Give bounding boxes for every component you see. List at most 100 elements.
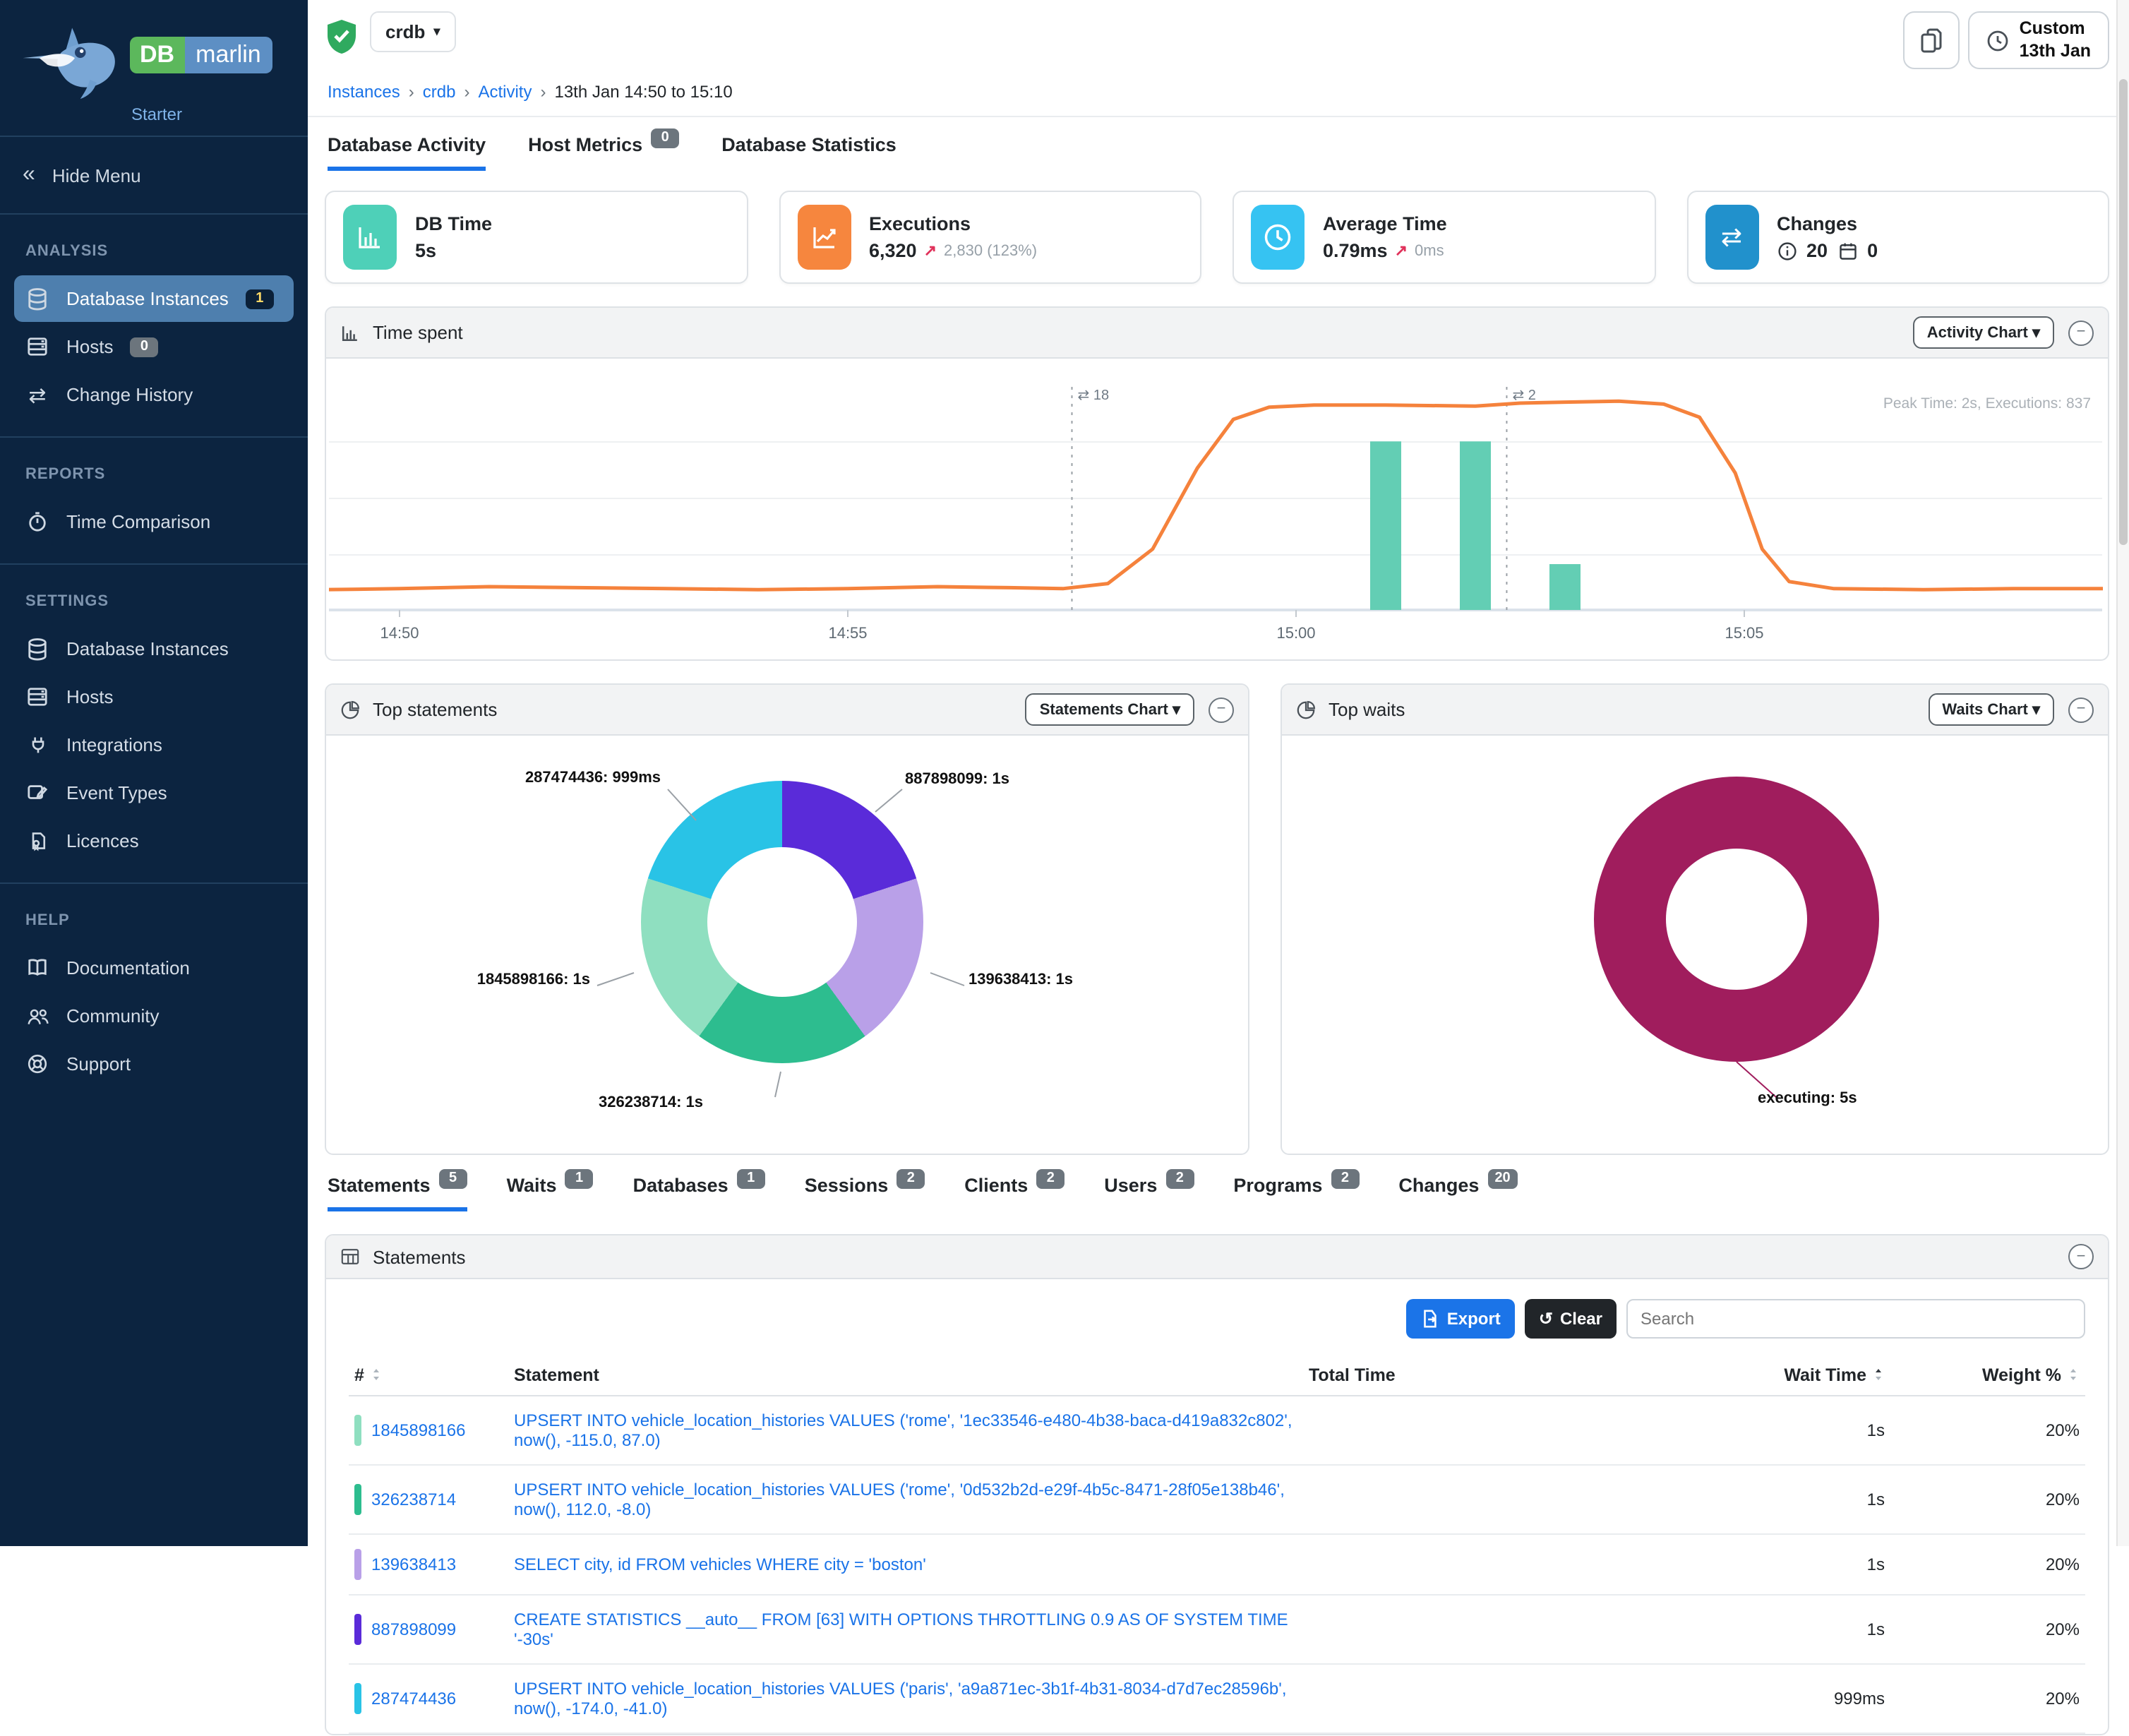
vertical-scrollbar[interactable] bbox=[2116, 0, 2129, 1546]
statement-text-link[interactable]: UPSERT INTO vehicle_location_histories V… bbox=[514, 1480, 1285, 1520]
donut-label: 1845898166: 1s bbox=[477, 972, 590, 989]
tab-label: Clients bbox=[964, 1175, 1028, 1197]
table-row[interactable]: 287474436 UPSERT INTO vehicle_location_h… bbox=[349, 1665, 2085, 1734]
plan-label: Starter bbox=[131, 104, 294, 124]
time-range-line1: Custom bbox=[2020, 18, 2085, 38]
breadcrumb-crdb[interactable]: crdb bbox=[423, 83, 456, 102]
export-button[interactable]: Export bbox=[1406, 1300, 1515, 1339]
scrollbar-thumb[interactable] bbox=[2119, 79, 2128, 545]
hide-menu-button[interactable]: « Hide Menu bbox=[0, 137, 308, 213]
statement-text-link[interactable]: UPSERT INTO vehicle_location_histories V… bbox=[514, 1411, 1293, 1451]
sidebar-item-label: Hosts bbox=[66, 336, 113, 357]
collapse-panel-icon[interactable]: − bbox=[2068, 321, 2094, 346]
statement-text-link[interactable]: SELECT city, id FROM vehicles WHERE city… bbox=[514, 1555, 926, 1575]
tab-programs[interactable]: Programs2 bbox=[1233, 1175, 1359, 1212]
time-range-button[interactable]: Custom 13th Jan bbox=[1969, 11, 2109, 70]
instance-selector[interactable]: crdb ▾ bbox=[370, 11, 455, 52]
statements-chart-dropdown[interactable]: Statements Chart ▾ bbox=[1026, 694, 1194, 726]
main-tabs: Database Activity Host Metrics0 Database… bbox=[308, 118, 2129, 172]
table-row[interactable]: 326238714 UPSERT INTO vehicle_location_h… bbox=[349, 1466, 2085, 1535]
panel-title: Top statements bbox=[373, 700, 497, 721]
wait-time-value: 1s bbox=[1611, 1466, 1890, 1535]
sidebar-item-database-instances[interactable]: Database Instances 1 bbox=[14, 275, 294, 322]
table-row[interactable]: 1845898166 UPSERT INTO vehicle_location_… bbox=[349, 1396, 2085, 1466]
tab-database-activity[interactable]: Database Activity bbox=[328, 135, 486, 172]
time-chart-area: Peak Time: 2s, Executions: 837 14:5014:5… bbox=[326, 359, 2108, 660]
statement-id-link[interactable]: 887898099 bbox=[371, 1620, 456, 1640]
sidebar-item-time-comparison[interactable]: Time Comparison bbox=[14, 498, 294, 545]
statement-text-link[interactable]: UPSERT INTO vehicle_location_histories V… bbox=[514, 1680, 1287, 1719]
clock-icon bbox=[1251, 205, 1305, 270]
main-content: crdb ▾ Custom 13th Jan bbox=[308, 0, 2129, 1546]
copy-link-button[interactable] bbox=[1904, 11, 1960, 70]
weight-value: 20% bbox=[1890, 1665, 2085, 1734]
statement-id-link[interactable]: 326238714 bbox=[371, 1490, 456, 1510]
sidebar-item-documentation[interactable]: Documentation bbox=[14, 945, 294, 991]
card-title: Changes bbox=[1777, 214, 1878, 235]
tab-clients[interactable]: Clients2 bbox=[964, 1175, 1064, 1212]
sidebar-item-support[interactable]: Support bbox=[14, 1041, 294, 1087]
marlin-fish-logo bbox=[20, 17, 130, 102]
event-types-icon bbox=[25, 781, 49, 805]
tab-sessions[interactable]: Sessions2 bbox=[805, 1175, 925, 1212]
waits-chart-dropdown[interactable]: Waits Chart ▾ bbox=[1928, 694, 2054, 726]
clear-button[interactable]: ↺ Clear bbox=[1525, 1300, 1617, 1339]
sidebar-item-licences[interactable]: Licences bbox=[14, 818, 294, 864]
sidebar-item-change-history[interactable]: ⇄ Change History bbox=[14, 371, 294, 418]
detail-tabs: Statements5 Waits1 Databases1 Sessions2 … bbox=[308, 1156, 2129, 1212]
collapse-panel-icon[interactable]: − bbox=[1209, 698, 1234, 723]
sidebar: DBmarlin Starter « Hide Menu ANALYSIS Da… bbox=[0, 0, 308, 1546]
statements-donut-chart[interactable]: 287474436: 999ms 887898099: 1s 184589816… bbox=[326, 736, 1248, 1154]
table-row[interactable]: 139638413 SELECT city, id FROM vehicles … bbox=[349, 1535, 2085, 1596]
tab-waits[interactable]: Waits1 bbox=[507, 1175, 594, 1212]
tab-databases[interactable]: Databases1 bbox=[633, 1175, 765, 1212]
statement-id-link[interactable]: 1845898166 bbox=[371, 1421, 466, 1441]
tab-badge: 2 bbox=[1165, 1170, 1194, 1190]
search-input[interactable] bbox=[1626, 1300, 2085, 1339]
tab-statements[interactable]: Statements5 bbox=[328, 1175, 467, 1212]
col-header-total-time[interactable]: Total Time bbox=[1303, 1356, 1611, 1396]
sidebar-item-database-instances-settings[interactable]: Database Instances bbox=[14, 625, 294, 672]
time-spent-chart[interactable]: 14:5014:5515:0015:05⇄ 18⇄ 2 bbox=[329, 368, 2108, 657]
section-settings: SETTINGS Database Instances Hosts Integr… bbox=[0, 565, 308, 882]
waits-donut-chart[interactable]: executing: 5s bbox=[1282, 736, 2108, 1154]
sidebar-item-label: Community bbox=[66, 1005, 160, 1026]
sidebar-item-hosts[interactable]: Hosts 0 bbox=[14, 323, 294, 370]
table-row[interactable]: 887898099 CREATE STATISTICS __auto__ FRO… bbox=[349, 1596, 2085, 1665]
sidebar-item-event-types[interactable]: Event Types bbox=[14, 770, 294, 816]
breadcrumb-activity[interactable]: Activity bbox=[478, 83, 532, 102]
col-header-statement[interactable]: Statement bbox=[508, 1356, 1303, 1396]
tab-database-statistics[interactable]: Database Statistics bbox=[721, 135, 896, 172]
card-title: Executions bbox=[869, 214, 1037, 235]
donut-label: executing: 5s bbox=[1758, 1091, 1857, 1108]
pie-chart-icon bbox=[340, 700, 360, 720]
database-icon bbox=[25, 637, 49, 661]
metric-cards: DB Time 5s Executions 6,320 ↗ 2,830 (123… bbox=[325, 191, 2109, 285]
sidebar-item-integrations[interactable]: Integrations bbox=[14, 722, 294, 768]
statement-id-link[interactable]: 139638413 bbox=[371, 1555, 456, 1575]
database-icon bbox=[25, 287, 49, 311]
statement-id-link[interactable]: 287474436 bbox=[371, 1689, 456, 1709]
svg-text:⇄ 18: ⇄ 18 bbox=[1078, 388, 1110, 404]
tab-host-metrics[interactable]: Host Metrics0 bbox=[528, 135, 679, 172]
col-header-weight[interactable]: Weight % bbox=[1890, 1356, 2085, 1396]
sidebar-item-label: Integrations bbox=[66, 734, 162, 755]
changes-info-count: 20 bbox=[1806, 241, 1828, 262]
col-header-wait-time[interactable]: Wait Time bbox=[1611, 1356, 1890, 1396]
breadcrumb-instances[interactable]: Instances bbox=[328, 83, 400, 102]
tab-users[interactable]: Users2 bbox=[1104, 1175, 1194, 1212]
sidebar-item-label: Database Instances bbox=[66, 638, 229, 659]
section-label-analysis: ANALYSIS bbox=[14, 234, 294, 274]
sidebar-item-label: Event Types bbox=[66, 782, 167, 803]
tab-badge: 2 bbox=[1036, 1170, 1064, 1190]
activity-chart-dropdown[interactable]: Activity Chart ▾ bbox=[1913, 317, 2054, 349]
sidebar-item-community[interactable]: Community bbox=[14, 993, 294, 1039]
collapse-panel-icon[interactable]: − bbox=[2068, 1245, 2094, 1270]
tab-changes[interactable]: Changes20 bbox=[1398, 1175, 1517, 1212]
statement-text-link[interactable]: CREATE STATISTICS __auto__ FROM [63] WIT… bbox=[514, 1610, 1288, 1650]
sidebar-item-hosts-settings[interactable]: Hosts bbox=[14, 674, 294, 720]
card-delta: 0ms bbox=[1415, 243, 1444, 260]
collapse-panel-icon[interactable]: − bbox=[2068, 698, 2094, 723]
wait-time-value: 1s bbox=[1611, 1396, 1890, 1466]
col-header-id[interactable]: # bbox=[349, 1356, 508, 1396]
